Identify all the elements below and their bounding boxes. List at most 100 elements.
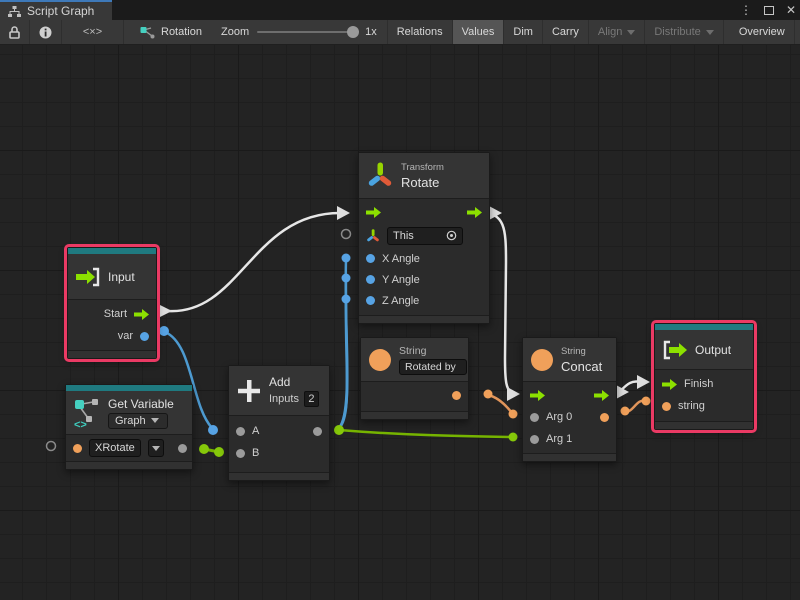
node-footer (655, 421, 753, 429)
breadcrumb-label: Rotation (161, 26, 202, 38)
port-label: A (252, 425, 259, 437)
node-subtitle: String (399, 345, 467, 357)
add-icon (237, 379, 261, 403)
string-type-icon (369, 349, 391, 371)
distribute-button[interactable]: Distribute (645, 20, 723, 44)
transform-icon (367, 162, 393, 189)
value-output-port[interactable] (140, 332, 149, 341)
value-input-port[interactable] (366, 275, 375, 284)
value-input-port[interactable] (530, 413, 539, 422)
graph-toolbar: <×> Rotation Zoom 1x Relations Values (0, 20, 800, 45)
svg-text:<>: <> (74, 419, 87, 428)
tab-script-graph[interactable]: Script Graph (0, 0, 112, 20)
port-label: string (678, 400, 705, 412)
value-input-port[interactable] (366, 296, 375, 305)
value-input-port[interactable] (73, 444, 82, 453)
chevron-down-icon (627, 30, 635, 35)
port-label: Z Angle (382, 295, 419, 307)
object-picker-icon[interactable] (446, 230, 457, 241)
values-label: Values (462, 26, 495, 38)
string-value-field[interactable]: Rotated by (399, 359, 467, 375)
mini-graph-icon (140, 26, 155, 39)
node-get-variable[interactable]: <> Get Variable Graph XRotate (65, 384, 193, 470)
variable-picker-button[interactable] (148, 439, 164, 457)
info-button[interactable] (30, 20, 62, 44)
overview-button[interactable]: Overview (730, 20, 795, 44)
control-flow-row (359, 201, 489, 223)
value-input-port[interactable] (662, 402, 671, 411)
port-row-z-angle: Z Angle (359, 290, 489, 311)
script-graph-window: Script Graph ⋮ ✕ <×> (0, 0, 800, 600)
variable-name-field[interactable]: XRotate (89, 439, 141, 457)
maximize-icon[interactable] (764, 6, 774, 15)
port-row-y-angle: Y Angle (359, 269, 489, 290)
info-icon (39, 26, 52, 39)
align-label: Align (598, 26, 622, 38)
control-output-port[interactable] (467, 207, 482, 218)
port-row-output (361, 385, 468, 405)
port-label: X Angle (382, 253, 420, 265)
control-input-port[interactable] (662, 379, 677, 390)
port-label: Start (104, 308, 127, 320)
lock-icon (9, 26, 20, 39)
zoom-value: 1x (365, 26, 377, 38)
node-add[interactable]: Add Inputs 2 A B (228, 365, 330, 481)
chevron-down-icon (151, 418, 159, 423)
port-row-finish: Finish (655, 373, 753, 395)
scope-value: Graph (115, 415, 146, 427)
breadcrumb-rotation[interactable]: Rotation (124, 20, 211, 44)
zoom-slider[interactable] (257, 31, 357, 33)
port-row-arg0: Arg 0 (523, 406, 616, 428)
value-output-port[interactable] (452, 391, 461, 400)
lock-button[interactable] (0, 20, 30, 44)
value-output-port[interactable] (178, 444, 187, 453)
relations-button[interactable]: Relations (387, 20, 453, 44)
node-subtitle: Transform (401, 162, 444, 173)
variable-name: XRotate (95, 442, 135, 454)
fullscreen-button[interactable]: Full Screen (795, 20, 800, 44)
code-view-button[interactable]: <×> (62, 20, 124, 44)
node-footer (68, 350, 156, 358)
value-input-port[interactable] (236, 427, 245, 436)
output-unit-icon (663, 340, 687, 360)
port-row-this: This (359, 223, 489, 248)
value-input-port[interactable] (236, 449, 245, 458)
port-row-b: B (229, 442, 329, 464)
value-input-port[interactable] (366, 254, 375, 263)
node-transform-rotate[interactable]: Transform Rotate (358, 152, 490, 324)
port-row-variable: XRotate (66, 439, 192, 457)
zoom-label: Zoom (221, 26, 249, 38)
node-title: Concat (561, 359, 602, 374)
node-string-concat[interactable]: String Concat Arg 0 A (522, 337, 617, 462)
port-label: Y Angle (382, 274, 420, 286)
this-object-field[interactable]: This (387, 227, 463, 245)
node-output[interactable]: Output Finish string (654, 323, 754, 430)
distribute-label: Distribute (654, 26, 700, 38)
input-unit-icon (76, 267, 100, 287)
node-subtitle: String (561, 346, 602, 357)
carry-button[interactable]: Carry (543, 20, 589, 44)
value-output-port[interactable] (313, 427, 322, 436)
chevron-down-icon (706, 30, 714, 35)
inputs-count-field[interactable]: 2 (304, 391, 319, 407)
node-title: Add (269, 375, 319, 389)
code-view-icon: <×> (83, 26, 102, 38)
node-input[interactable]: Input Start var (67, 247, 157, 359)
dim-button[interactable]: Dim (504, 20, 543, 44)
control-input-port[interactable] (530, 390, 545, 401)
control-input-port[interactable] (366, 207, 381, 218)
node-string-literal[interactable]: String Rotated by (360, 337, 469, 420)
close-icon[interactable]: ✕ (786, 3, 796, 17)
zoom-slider-handle[interactable] (347, 26, 359, 38)
variable-scope-dropdown[interactable]: Graph (108, 413, 168, 429)
value-input-port[interactable] (530, 435, 539, 444)
dim-label: Dim (513, 26, 533, 38)
value-output-port[interactable] (600, 413, 609, 422)
port-label: var (118, 330, 133, 342)
kebab-menu-icon[interactable]: ⋮ (740, 3, 752, 17)
control-output-port[interactable] (594, 390, 609, 401)
values-button[interactable]: Values (453, 20, 505, 44)
control-output-port[interactable] (134, 309, 149, 320)
node-title: Input (108, 270, 135, 284)
align-button[interactable]: Align (589, 20, 645, 44)
